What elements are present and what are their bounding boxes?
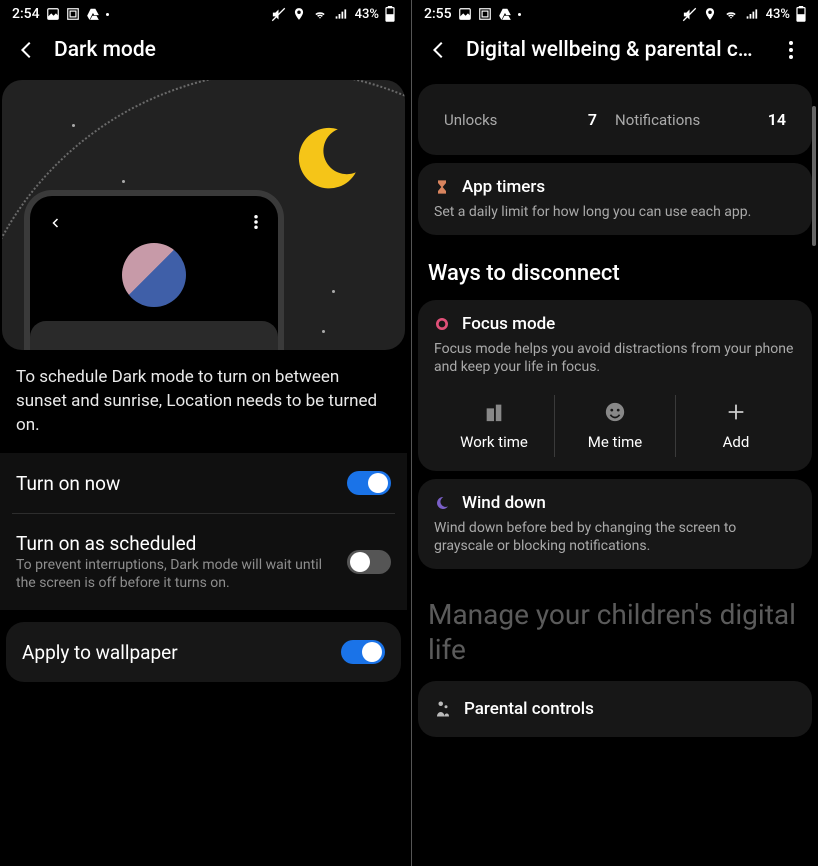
app-timers-title: App timers	[462, 177, 545, 197]
battery-percent: 43%	[766, 7, 790, 22]
unlocks-label: Unlocks	[444, 111, 497, 129]
drive-icon	[86, 7, 100, 21]
page-title: Dark mode	[54, 38, 391, 62]
manage-children-header: Manage your children's digital life	[412, 577, 818, 677]
page-title: Digital wellbeing & parental con…	[466, 38, 764, 62]
image-icon	[458, 7, 472, 21]
focus-title: Focus mode	[462, 314, 555, 334]
focus-circle-icon	[434, 316, 450, 332]
wallpaper-toggle[interactable]	[341, 640, 385, 664]
row-title: Turn on now	[16, 472, 337, 495]
wifi-icon	[723, 7, 739, 21]
screenshot-icon	[478, 7, 492, 21]
back-icon[interactable]	[16, 39, 38, 61]
notifications-label: Notifications	[615, 111, 700, 129]
row-title: Apply to wallpaper	[22, 641, 331, 664]
digital-wellbeing-screen: 2:55 43% Digital wellbeing & parental co…	[411, 0, 818, 866]
wifi-icon	[312, 7, 328, 21]
status-bar: 2:54 43%	[0, 0, 407, 24]
tile-label: Add	[723, 433, 750, 451]
scrollbar[interactable]	[812, 106, 816, 246]
add-mode-tile[interactable]: Add	[675, 395, 796, 457]
stats-card[interactable]: Unlocks 7 Notifications 14	[418, 84, 812, 155]
signal-icon	[745, 7, 760, 21]
family-icon	[434, 700, 452, 718]
focus-desc: Focus mode helps you avoid distractions …	[434, 340, 796, 376]
avatar-preview	[122, 243, 186, 307]
dark-mode-screen: 2:54 43% Dark mode	[0, 0, 407, 866]
location-icon	[703, 7, 717, 21]
apply-wallpaper-row[interactable]: Apply to wallpaper	[6, 622, 401, 682]
dark-mode-illustration	[2, 80, 405, 350]
overflow-menu-icon[interactable]	[780, 41, 802, 59]
mini-back-icon	[50, 214, 62, 233]
wind-down-title: Wind down	[462, 493, 546, 513]
back-icon[interactable]	[428, 39, 450, 61]
turn-on-now-toggle[interactable]	[347, 471, 391, 495]
smile-icon	[604, 401, 626, 423]
toolbar: Dark mode	[0, 24, 407, 80]
row-subtitle: To prevent interruptions, Dark mode will…	[16, 557, 337, 592]
scheduled-toggle[interactable]	[347, 550, 391, 574]
status-bar: 2:55 43%	[412, 0, 818, 24]
unlocks-value: 7	[588, 110, 597, 129]
app-timers-desc: Set a daily limit for how long you can u…	[434, 203, 796, 221]
schedule-helper-text: To schedule Dark mode to turn on between…	[0, 350, 407, 453]
toolbar: Digital wellbeing & parental con…	[412, 24, 818, 80]
notifications-value: 14	[768, 110, 786, 129]
plus-icon	[725, 401, 747, 423]
hourglass-icon	[434, 178, 450, 196]
me-time-tile[interactable]: Me time	[554, 395, 675, 457]
app-timers-card[interactable]: App timers Set a daily limit for how lon…	[418, 163, 812, 235]
tile-label: Me time	[588, 433, 642, 451]
row-title: Turn on as scheduled	[16, 532, 337, 555]
focus-mode-card[interactable]: Focus mode Focus mode helps you avoid di…	[418, 300, 812, 470]
phone-preview	[24, 190, 284, 350]
parental-title: Parental controls	[464, 699, 594, 719]
status-time: 2:55	[424, 6, 452, 22]
mini-overflow-icon	[254, 214, 258, 233]
moon-icon	[291, 122, 363, 198]
mute-icon	[682, 7, 697, 22]
wind-down-card[interactable]: Wind down Wind down before bed by changi…	[418, 479, 812, 569]
work-time-tile[interactable]: Work time	[434, 395, 554, 457]
battery-icon	[385, 6, 395, 22]
wind-down-desc: Wind down before bed by changing the scr…	[434, 519, 796, 555]
status-time: 2:54	[12, 6, 40, 22]
location-icon	[292, 7, 306, 21]
turn-on-scheduled-row[interactable]: Turn on as scheduled To prevent interrup…	[0, 514, 407, 610]
mute-icon	[271, 7, 286, 22]
drive-icon	[498, 7, 512, 21]
battery-icon	[796, 6, 806, 22]
turn-on-now-row[interactable]: Turn on now	[0, 453, 407, 513]
dot-icon	[518, 13, 521, 16]
moon-small-icon	[434, 495, 450, 511]
dot-icon	[106, 13, 109, 16]
screenshot-icon	[66, 7, 80, 21]
image-icon	[46, 7, 60, 21]
tile-label: Work time	[460, 433, 528, 451]
building-icon	[483, 401, 505, 423]
parental-controls-card[interactable]: Parental controls	[418, 681, 812, 737]
signal-icon	[334, 7, 349, 21]
battery-percent: 43%	[355, 7, 379, 22]
ways-to-disconnect-header: Ways to disconnect	[412, 243, 818, 296]
